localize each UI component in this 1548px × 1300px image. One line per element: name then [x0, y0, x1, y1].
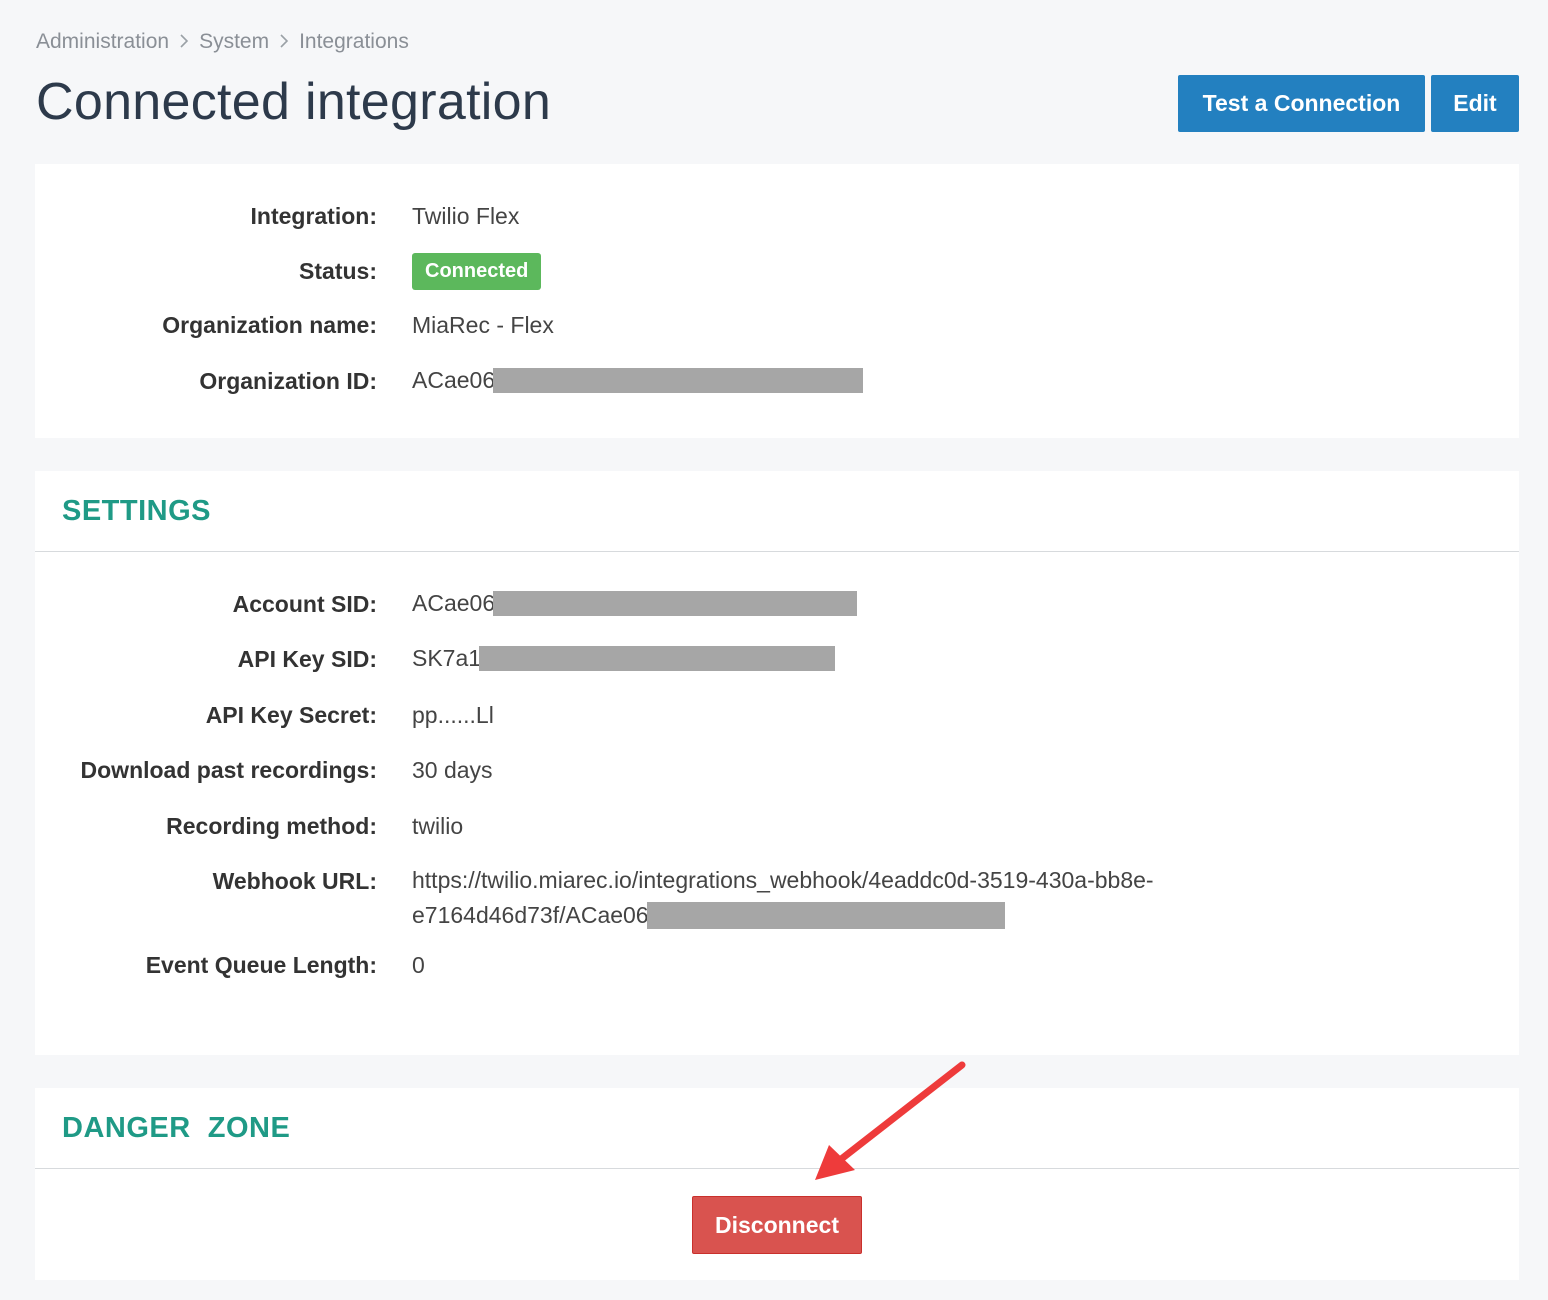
webhook-url-line-2: e7164d46d73f/ACae06: [412, 898, 1154, 933]
integration-row: Integration: Twilio Flex: [35, 200, 1519, 232]
account-sid-text: ACae06: [412, 590, 496, 617]
org-id-row: Organization ID: ACae06: [35, 365, 1519, 397]
recording-method-label: Recording method:: [166, 812, 377, 839]
recording-method-row: Recording method: twilio: [35, 810, 1519, 842]
api-key-sid-label: API Key SID:: [237, 645, 377, 672]
test-connection-button[interactable]: Test a Connection: [1178, 75, 1425, 132]
api-key-secret-value: pp......Ll: [412, 701, 494, 728]
org-name-row: Organization name: MiaRec - Flex: [35, 309, 1519, 341]
account-sid-value: ACae06: [412, 590, 858, 617]
breadcrumb-system[interactable]: System: [199, 30, 269, 54]
danger-zone-card: DANGER ZONE Disconnect: [35, 1088, 1519, 1280]
org-id-label: Organization ID:: [199, 367, 377, 394]
webhook-url-line-2-text: e7164d46d73f/ACae06: [412, 902, 649, 928]
api-key-secret-row: API Key Secret: pp......Ll: [35, 699, 1519, 731]
org-name-label: Organization name:: [162, 311, 377, 338]
settings-card: SETTINGS Account SID: ACae06 API Key SID…: [35, 471, 1519, 1055]
status-badge: Connected: [412, 252, 542, 290]
breadcrumb: Administration System Integrations: [36, 30, 409, 54]
api-key-sid-text: SK7a1: [412, 645, 482, 672]
account-sid-label: Account SID:: [232, 590, 377, 617]
settings-heading: SETTINGS: [35, 471, 1519, 552]
api-key-secret-label: API Key Secret:: [205, 701, 377, 728]
api-key-sid-value: SK7a1: [412, 645, 836, 672]
status-value: Connected: [412, 252, 542, 290]
download-label: Download past recordings:: [80, 756, 377, 783]
edit-button[interactable]: Edit: [1431, 75, 1519, 132]
webhook-value: https://twilio.miarec.io/integrations_we…: [412, 863, 1154, 933]
redaction-block: [493, 367, 864, 393]
recording-method-value: twilio: [412, 812, 464, 839]
integration-value: Twilio Flex: [412, 202, 520, 229]
chevron-right-icon: [169, 32, 199, 53]
event-queue-value: 0: [412, 951, 425, 978]
breadcrumb-administration[interactable]: Administration: [36, 30, 169, 54]
download-row: Download past recordings: 30 days: [35, 754, 1519, 786]
event-queue-row: Event Queue Length: 0: [35, 949, 1519, 981]
redaction-block: [493, 590, 858, 616]
org-id-value: ACae06: [412, 367, 864, 394]
org-id-text: ACae06: [412, 367, 496, 394]
webhook-row: Webhook URL: https://twilio.miarec.io/in…: [35, 865, 1519, 930]
disconnect-button[interactable]: Disconnect: [692, 1196, 862, 1254]
page-title: Connected integration: [36, 73, 552, 131]
integration-label: Integration:: [250, 202, 378, 229]
status-row: Status: Connected: [35, 252, 1519, 290]
account-sid-row: Account SID: ACae06: [35, 588, 1519, 620]
status-label: Status:: [299, 257, 377, 284]
org-name-value: MiaRec - Flex: [412, 311, 554, 338]
chevron-right-icon: [269, 32, 299, 53]
event-queue-label: Event Queue Length:: [145, 951, 377, 978]
breadcrumb-integrations[interactable]: Integrations: [299, 30, 409, 54]
danger-zone-heading: DANGER ZONE: [35, 1088, 1519, 1169]
webhook-url-line-1: https://twilio.miarec.io/integrations_we…: [412, 867, 1154, 893]
download-value: 30 days: [412, 756, 493, 783]
redaction-block: [479, 645, 836, 671]
redaction-block: [646, 902, 1005, 930]
integration-info-card: Integration: Twilio Flex Status: Connect…: [35, 164, 1519, 438]
webhook-label: Webhook URL:: [212, 868, 377, 894]
api-key-sid-row: API Key SID: SK7a1: [35, 643, 1519, 675]
